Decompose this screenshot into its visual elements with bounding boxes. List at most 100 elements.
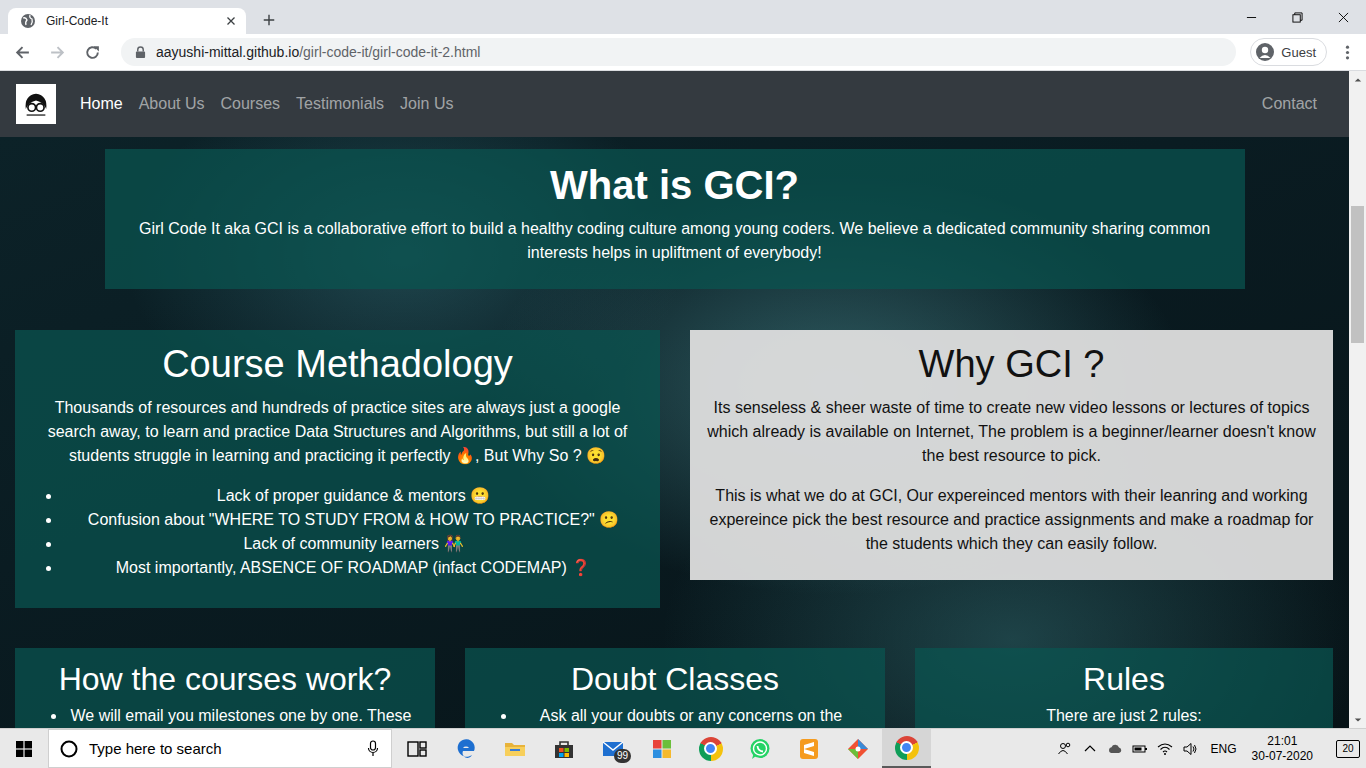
taskbar-app[interactable] [833, 729, 882, 768]
clock-time: 21:01 [1267, 734, 1297, 749]
logo[interactable] [16, 84, 56, 124]
address-bar[interactable]: aayushi-mittal.github.io/girl-code-it/gi… [121, 38, 1236, 66]
lock-icon [135, 46, 146, 59]
clock[interactable]: 21:0130-07-2020 [1246, 734, 1319, 764]
info-card: Doubt Classes Ask all your doubts or any … [465, 648, 885, 728]
whatsapp-icon [748, 737, 772, 761]
girl-glasses-logo-icon [19, 87, 53, 121]
down-triangle-icon [1354, 716, 1362, 724]
taskbar-app[interactable] [784, 729, 833, 768]
nav-link[interactable]: Join Us [392, 87, 461, 121]
office-tiles-icon [650, 737, 674, 761]
edge-browser-icon [454, 737, 478, 761]
globe-icon [20, 13, 36, 29]
new-tab-icon[interactable] [262, 13, 276, 27]
system-tray: ENG 21:0130-07-2020 20 [1057, 729, 1366, 768]
start-button[interactable] [0, 729, 48, 768]
scrollbar-thumb[interactable] [1351, 206, 1364, 343]
minimize-button[interactable] [1228, 0, 1274, 34]
contact-link[interactable]: Contact [1254, 87, 1325, 121]
battery-icon[interactable] [1132, 741, 1148, 757]
taskbar-app[interactable] [490, 729, 539, 768]
methodology-bullet: Lack of proper guidance & mentors 😬 [62, 484, 645, 508]
methodology-bullet: Lack of community learners 👫 [62, 532, 645, 556]
methodology-text: Thousands of resources and hundreds of p… [30, 396, 645, 468]
info-card-title: How the courses work? [35, 660, 415, 698]
volume-icon[interactable] [1182, 741, 1198, 757]
taskbar-app[interactable] [882, 729, 931, 768]
notification-button[interactable]: 20 [1336, 740, 1360, 758]
microphone-icon[interactable] [367, 740, 379, 758]
screen: Girl-Code-It aayushi-mittal.github.io/gir… [0, 0, 1366, 768]
page-content: What is GCI?Girl Code It aka GCI is a co… [0, 137, 1349, 728]
nav-link[interactable]: Home [72, 87, 131, 121]
close-icon [1338, 12, 1349, 23]
profile-label: Guest [1281, 45, 1316, 60]
notification-count: 20 [1342, 742, 1353, 756]
taskbar-app[interactable]: 99 [588, 729, 637, 768]
up-triangle-icon [1354, 76, 1362, 84]
app-badge: 99 [614, 749, 631, 763]
nav-link[interactable]: Courses [213, 87, 289, 121]
info-card-item: Ask all your doubts or any concerns on t… [517, 704, 865, 728]
browser-toolbar: aayushi-mittal.github.io/girl-code-it/gi… [0, 34, 1366, 71]
methodology-title: Course Methadology [30, 342, 645, 388]
back-arrow-icon[interactable] [12, 44, 33, 61]
browser-tab[interactable]: Girl-Code-It [8, 8, 246, 34]
restore-button[interactable] [1274, 0, 1320, 34]
taskbar-app[interactable] [735, 729, 784, 768]
web-page: HomeAbout UsCoursesTestimonialsJoin Us Co… [0, 71, 1349, 728]
task-view-icon [405, 737, 429, 761]
cloud-icon[interactable] [1107, 741, 1123, 757]
git-diamond-icon [846, 737, 870, 761]
profile-button[interactable]: Guest [1250, 38, 1327, 66]
chrome-icon [895, 736, 919, 760]
close-window-button[interactable] [1320, 0, 1366, 34]
reload-icon[interactable] [82, 44, 103, 61]
nav-link[interactable]: Testimonials [288, 87, 392, 121]
language-indicator[interactable]: ENG [1211, 742, 1237, 756]
chrome-icon [699, 737, 723, 761]
scroll-down-button[interactable] [1349, 711, 1366, 728]
url-host: aayushi-mittal.github.io [156, 44, 299, 60]
url-path: /girl-code-it/girl-code-it-2.html [299, 44, 480, 60]
scroll-up-button[interactable] [1349, 71, 1366, 88]
taskbar: Type here to search99ENG21:0130-07-20202… [0, 728, 1366, 768]
store-bag-icon [552, 737, 576, 761]
why-paragraph: Its senseless & sheer waste of time to c… [705, 396, 1318, 468]
why-card: Why GCI ?Its senseless & sheer waste of … [690, 330, 1333, 580]
tab-strip: Girl-Code-It [0, 0, 1366, 34]
chevron-up-icon[interactable] [1082, 741, 1098, 757]
search-circle-icon [59, 739, 79, 759]
info-card-list: We will email you milestones one by one.… [35, 704, 415, 728]
scrollbar-track[interactable] [1349, 88, 1366, 711]
info-card-item: We will email you milestones one by one.… [67, 704, 415, 728]
hero-section: What is GCI?Girl Code It aka GCI is a co… [105, 149, 1245, 289]
why-paragraph: This is what we do at GCI, Our expereinc… [705, 484, 1318, 556]
info-card-title: Rules [935, 660, 1313, 698]
taskbar-app[interactable] [392, 729, 441, 768]
methodology-list: Lack of proper guidance & mentors 😬Confu… [30, 484, 645, 580]
taskbar-app[interactable] [686, 729, 735, 768]
course-info-row: How the courses work? We will email you m… [0, 648, 1349, 728]
wifi-icon[interactable] [1157, 741, 1173, 757]
info-card: How the courses work? We will email you m… [15, 648, 435, 728]
people-icon[interactable] [1057, 741, 1073, 757]
windows-logo-icon [16, 741, 32, 757]
taskbar-app[interactable] [539, 729, 588, 768]
methodology-bullet: Confusion about "WHERE TO STUDY FROM & H… [62, 508, 645, 532]
tab-label: Girl-Code-It [46, 14, 214, 28]
menu-dots-icon[interactable] [1337, 44, 1358, 61]
nav-link[interactable]: About Us [131, 87, 213, 121]
taskbar-search[interactable]: Type here to search [48, 729, 392, 768]
info-card-list: Ask all your doubts or any concerns on t… [485, 704, 865, 728]
close-tab-icon[interactable] [224, 14, 238, 28]
taskbar-app[interactable] [637, 729, 686, 768]
navbar: HomeAbout UsCoursesTestimonialsJoin Us Co… [0, 71, 1349, 137]
info-card-title: Doubt Classes [485, 660, 865, 698]
info-card-text: There are just 2 rules: [935, 704, 1313, 728]
forward-arrow-icon[interactable] [47, 44, 68, 61]
sublime-text-icon [797, 737, 821, 761]
taskbar-app[interactable] [441, 729, 490, 768]
scrollbar[interactable] [1349, 71, 1366, 728]
